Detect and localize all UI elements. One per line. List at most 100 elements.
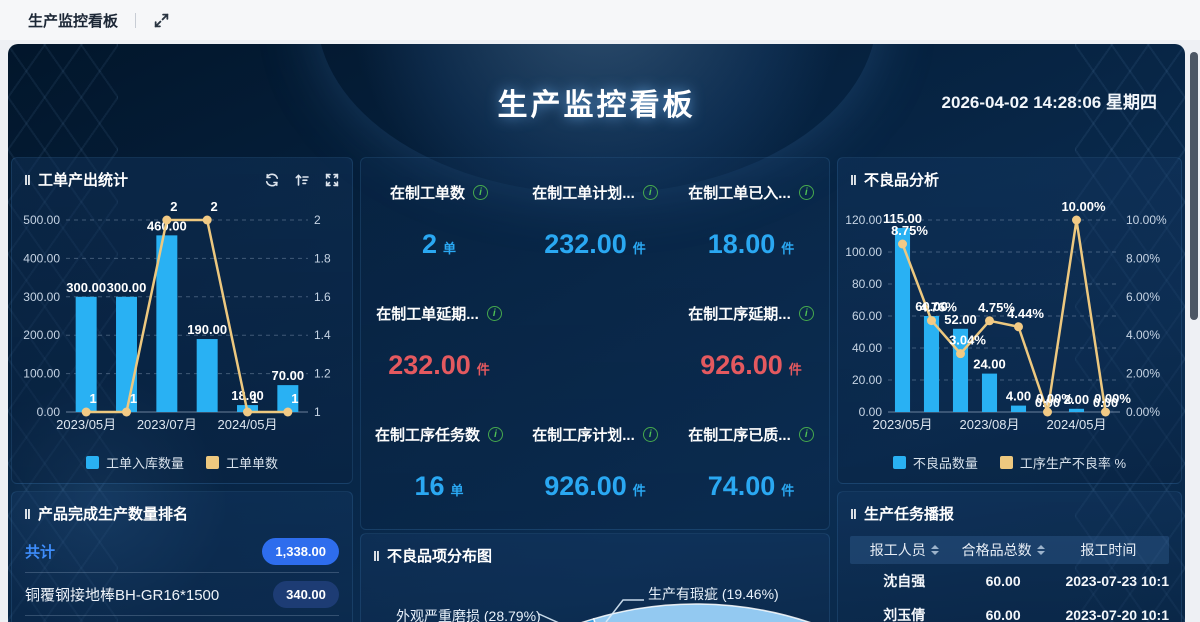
kpi-value: 232.00 bbox=[388, 350, 471, 380]
chart-text: 2023/07月 bbox=[137, 417, 197, 432]
table-cell: 60.00 bbox=[985, 573, 1021, 589]
kpi-value-row: 926.00 件 bbox=[544, 471, 646, 502]
legend-item[interactable]: 工序生产不良率 % bbox=[999, 453, 1127, 472]
chart-text: 2 bbox=[314, 213, 321, 227]
kpi-unit: 件 bbox=[781, 241, 795, 256]
table-cell: 60.00 bbox=[985, 607, 1021, 622]
chart-text: 20.00 bbox=[852, 373, 882, 387]
legend-item[interactable]: 不良品数量 bbox=[892, 453, 978, 472]
bar bbox=[1068, 408, 1085, 412]
dashboard: 生产监控看板 2026-04-02 14:28:06 星期四 ‖ 工单产出统计 bbox=[8, 44, 1185, 622]
info-icon[interactable]: i bbox=[798, 185, 814, 200]
fullscreen-icon[interactable] bbox=[324, 172, 340, 188]
ranking-value-badge: 340.00 bbox=[273, 580, 339, 608]
sort-icon[interactable] bbox=[294, 172, 310, 188]
kpi-label-row: 在制工单延期... i bbox=[376, 303, 502, 324]
chart-text: 10.00% bbox=[1126, 213, 1167, 227]
table-header-label: 报工人员 bbox=[869, 542, 926, 558]
app-root: 生产监控看板 生产监控看板 2026-04-02 14:28:06 星期四 ‖ … bbox=[0, 0, 1200, 622]
info-icon[interactable]: i bbox=[798, 427, 814, 442]
table-row[interactable]: 刘玉倩 60.00 2023-07-20 10:1 bbox=[850, 598, 1169, 622]
title-marker: ‖ bbox=[850, 505, 857, 522]
task-table-header: 报工人员 合格品总数 报工时间 bbox=[850, 536, 1169, 564]
line-point bbox=[243, 407, 252, 417]
info-icon[interactable]: i bbox=[642, 427, 658, 442]
chart-text: 1 bbox=[90, 391, 97, 406]
kpi-label: 在制工单已入... bbox=[688, 185, 791, 202]
kpi-unit: 件 bbox=[476, 362, 490, 377]
line-point bbox=[898, 239, 907, 249]
chart-text: 500.00 bbox=[23, 213, 60, 227]
chart-text: 0.00% bbox=[1036, 391, 1073, 406]
panel-title-row: ‖ 产品完成生产数量排名 bbox=[12, 492, 352, 528]
legend-item[interactable]: 工单单数 bbox=[206, 453, 278, 472]
info-icon[interactable]: i bbox=[488, 427, 503, 442]
bar bbox=[1010, 405, 1027, 412]
kpi-empty-cell bbox=[517, 287, 673, 408]
table-header-cell[interactable]: 合格品总数 bbox=[958, 540, 1047, 560]
kpi-card: 在制工序任务数 i 16 单 bbox=[361, 408, 517, 529]
legend-label: 工单单数 bbox=[226, 456, 279, 471]
kpi-value-row: 18.00 件 bbox=[708, 229, 795, 260]
panel-task-report: ‖ 生产任务播报 报工人员 合格品总数 报工时间 沈自强 60.00 2023-07-2… bbox=[837, 491, 1182, 622]
panel-title-row: ‖ 生产任务播报 bbox=[838, 492, 1181, 528]
kpi-card: 在制工序延期... i 926.00 件 bbox=[673, 287, 829, 408]
chart-text: 1 bbox=[314, 405, 321, 419]
chart-text: 1 bbox=[251, 391, 258, 406]
legend-label: 工序生产不良率 % bbox=[1019, 456, 1127, 471]
datetime-display: 2026-04-02 14:28:06 星期四 bbox=[941, 93, 1157, 112]
kpi-value: 926.00 bbox=[544, 471, 627, 501]
panel-title-row: ‖ 工单产出统计 bbox=[12, 158, 352, 194]
line-point bbox=[81, 407, 91, 417]
ranking-row[interactable] bbox=[25, 616, 339, 622]
title-marker: ‖ bbox=[24, 171, 31, 188]
kpi-card: 在制工单计划... i 232.00 件 bbox=[517, 166, 673, 287]
chart-text: 4.00% bbox=[1126, 328, 1160, 342]
sort-icon[interactable] bbox=[930, 545, 939, 555]
line-point bbox=[927, 316, 936, 326]
kpi-card: 在制工序计划... i 926.00 件 bbox=[517, 408, 673, 529]
legend-item[interactable]: 工单入库数量 bbox=[85, 453, 184, 472]
page-scrollbar-track[interactable] bbox=[1188, 44, 1200, 622]
info-icon[interactable]: i bbox=[642, 185, 658, 200]
table-row[interactable]: 沈自强 60.00 2023-07-23 10:1 bbox=[850, 564, 1169, 598]
info-icon[interactable]: i bbox=[486, 306, 502, 321]
chart-text: 100.00 bbox=[23, 367, 60, 381]
chart-text: 300.00 bbox=[23, 290, 60, 304]
panel-kpi: 在制工单数 i 2 单在制工单计划... i 232.00 件在制工单已入... i 18.00… bbox=[360, 157, 830, 530]
info-icon[interactable]: i bbox=[798, 306, 814, 321]
kpi-label: 在制工序任务数 bbox=[374, 427, 480, 444]
defect-chart-legend: 不良品数量 工序生产不良率 % bbox=[844, 453, 1175, 472]
ranking-row[interactable]: 共计 1,338.00 bbox=[25, 530, 339, 573]
line-point bbox=[956, 349, 965, 359]
kpi-value: 2 bbox=[421, 229, 437, 259]
bar bbox=[156, 235, 178, 412]
chart-text: 120.00 bbox=[845, 213, 882, 227]
legend-swatch bbox=[999, 456, 1013, 469]
bar bbox=[981, 373, 998, 412]
table-header-label: 合格品总数 bbox=[961, 542, 1032, 558]
ranking-row[interactable]: 铜覆钢接地棒BH-GR16*1500 340.00 bbox=[25, 573, 339, 616]
kpi-label-row: 在制工序任务数 i bbox=[375, 424, 503, 445]
sort-icon[interactable] bbox=[1036, 545, 1045, 555]
panel-work-order-output: ‖ 工单产出统计 0.00 100.00 200.00 300.00 400.0… bbox=[11, 157, 353, 484]
pie-slice[interactable] bbox=[592, 603, 830, 622]
kpi-label-row: 在制工单已入... i bbox=[688, 182, 814, 203]
panel-defect-analysis: ‖ 不良品分析 0.00 20.00 40.00 60.00 80.00 100.00 12… bbox=[837, 157, 1182, 484]
kpi-card: 在制工单已入... i 18.00 件 bbox=[673, 166, 829, 287]
kpi-label: 在制工序计划... bbox=[532, 427, 635, 444]
line-point bbox=[1043, 407, 1052, 417]
chart-text: 1.6 bbox=[314, 290, 331, 304]
kpi-value-row: 232.00 件 bbox=[388, 350, 490, 381]
info-icon[interactable]: i bbox=[473, 185, 488, 200]
refresh-icon[interactable] bbox=[264, 172, 280, 188]
defect-analysis-panel-title: 不良品分析 bbox=[863, 172, 939, 189]
fullscreen-expand-icon[interactable] bbox=[153, 12, 170, 29]
legend-label: 工单入库数量 bbox=[105, 456, 184, 471]
line-point bbox=[1101, 407, 1110, 417]
kpi-value-row: 232.00 件 bbox=[544, 229, 646, 260]
chart-text: 200.00 bbox=[23, 328, 60, 342]
work-order-output-chart: 0.00100.00200.00300.00400.00500.0011.21.… bbox=[23, 199, 331, 432]
table-header-cell[interactable]: 报工人员 bbox=[850, 540, 958, 560]
page-scrollbar-thumb[interactable] bbox=[1190, 52, 1198, 320]
